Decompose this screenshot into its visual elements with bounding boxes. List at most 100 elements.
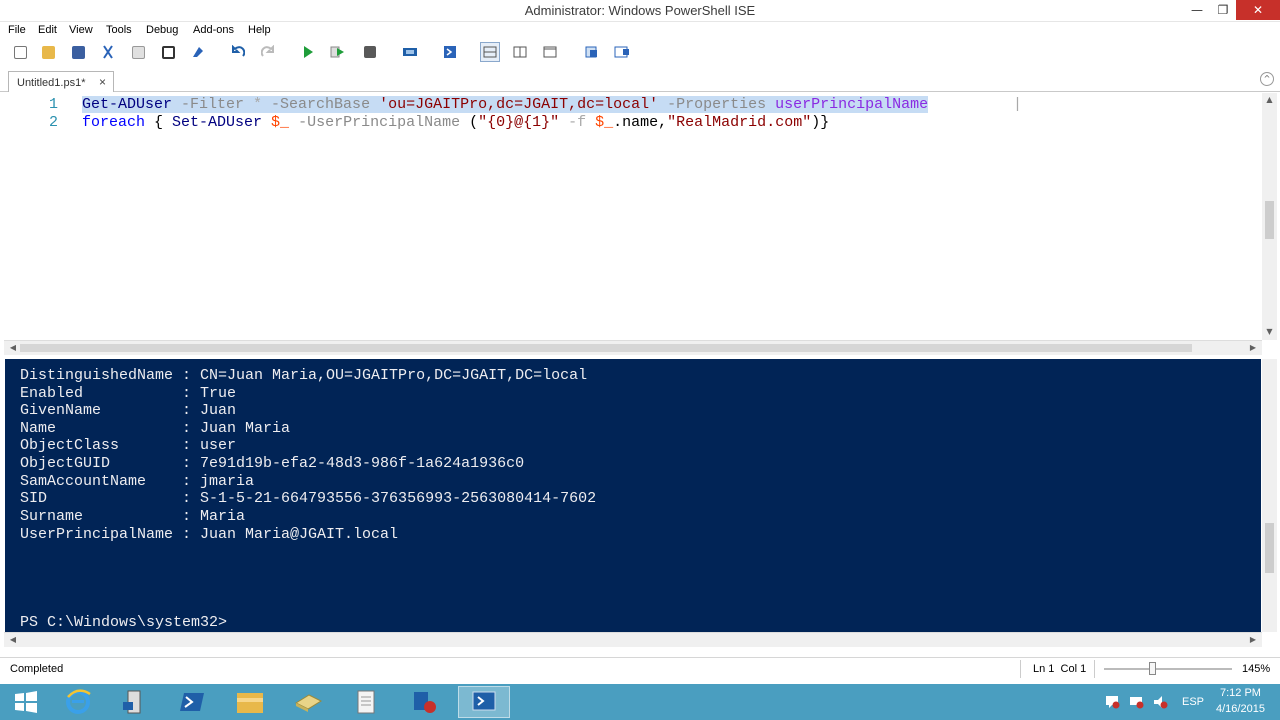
token-operator: -f [559,114,587,131]
menu-tools[interactable]: Tools [106,24,132,36]
script-editor[interactable]: 1 2 Get-ADUser -Filter * -SearchBase 'ou… [0,93,1262,340]
menu-help[interactable]: Help [248,24,271,36]
toolbar [0,40,1280,64]
undo-icon[interactable] [228,42,248,62]
taskbar: ESP 7:12 PM 4/16/2015 [0,684,1280,720]
layout-top-icon[interactable] [480,42,500,62]
powershell-icon[interactable] [166,686,218,718]
token-string: "RealMadrid.com" [667,114,812,131]
token-parameter: -Filter [172,96,245,113]
token-pipe: | [1004,96,1022,113]
notepad-icon[interactable] [340,686,392,718]
line-number: 1 [48,96,58,113]
script-tabs: Untitled1.ps1* × ^ [0,66,1280,92]
console-line: SID : S-1-5-21-664793556-376356993-25630… [20,490,597,507]
server-manager-icon[interactable] [108,686,160,718]
copy-icon[interactable] [128,42,148,62]
clock-date[interactable]: 4/16/2015 [1216,703,1265,715]
scroll-left-icon[interactable]: ◀ [8,635,18,644]
editor-horizontal-scrollbar[interactable]: ◀ ▶ [4,340,1262,355]
token-variable: $_ [586,114,614,131]
editor-hscroll-thumb[interactable] [20,344,1192,352]
token-cmdlet: Set-ADUser [172,114,263,131]
scroll-up-icon[interactable]: ▲ [1262,95,1277,104]
console-line: Enabled : True [20,385,237,402]
collapse-script-pane-icon[interactable]: ^ [1260,72,1274,86]
powershell-ise-icon[interactable] [458,686,510,718]
show-script-pane-icon[interactable] [582,42,602,62]
status-text: Completed [10,663,64,675]
redo-icon[interactable] [258,42,278,62]
tab-untitled1[interactable]: Untitled1.ps1* × [8,71,114,92]
menu-bar: File Edit View Tools Debug Add-ons Help [0,22,1280,40]
action-center-icon[interactable] [1104,694,1120,713]
status-bar: Completed Ln 1 Col 1 145% [0,657,1280,681]
file-explorer-icon[interactable] [224,686,276,718]
token-keyword: foreach [82,114,146,131]
menu-debug[interactable]: Debug [146,24,178,36]
tab-close-icon[interactable]: × [99,75,106,89]
show-commands-icon[interactable] [612,42,632,62]
save-icon[interactable] [68,42,88,62]
title-bar: Administrator: Windows PowerShell ISE — … [0,0,1280,22]
powershell-console-icon[interactable] [440,42,460,62]
console-scroll-thumb[interactable] [1265,523,1274,573]
scroll-right-icon[interactable]: ▶ [1248,343,1258,352]
layout-right-icon[interactable] [510,42,530,62]
token-string: 'ou=JGAITPro,dc=JGAIT,dc=local' [370,96,659,113]
run-selection-icon[interactable] [328,42,348,62]
language-indicator[interactable]: ESP [1182,696,1204,708]
token-parameter: -UserPrincipalName [289,114,461,131]
console-pane[interactable]: DistinguishedName : CN=Juan Maria,OU=JGA… [5,359,1261,632]
pipe-operator: | [1004,96,1023,113]
console-vertical-scrollbar[interactable] [1262,359,1277,632]
volume-icon[interactable] [1152,694,1168,713]
run-script-icon[interactable] [298,42,318,62]
token-paren: ( [460,114,479,131]
token-brace: { [145,114,173,131]
maximize-button[interactable]: ❐ [1210,0,1236,20]
minimize-button[interactable]: — [1184,0,1210,20]
zoom-slider[interactable] [1104,662,1232,675]
active-directory-icon[interactable] [282,686,334,718]
close-button[interactable]: ✕ [1236,0,1280,20]
tab-label: Untitled1.ps1* [17,77,86,89]
scroll-right-icon[interactable]: ▶ [1248,635,1258,644]
console-horizontal-scrollbar[interactable]: ◀ ▶ [4,632,1262,647]
new-file-icon[interactable] [10,42,30,62]
editor-vertical-scrollbar[interactable]: ▲ ▼ [1262,93,1277,340]
paste-icon[interactable] [158,42,178,62]
start-windows-icon[interactable] [0,686,52,718]
console-prompt: PS C:\Windows\system32> [20,614,228,631]
scroll-left-icon[interactable]: ◀ [8,343,18,352]
console-line: Surname : Maria [20,508,246,525]
code-line-2: foreach { Set-ADUser $_ -UserPrincipalNa… [82,114,829,131]
layout-max-icon[interactable] [540,42,560,62]
zoom-thumb[interactable] [1149,662,1156,675]
clock-time[interactable]: 7:12 PM [1220,687,1261,699]
token-argument: userPrincipalName [766,96,929,113]
console-line: Name : Juan Maria [20,420,291,437]
network-icon[interactable] [1128,694,1144,713]
scroll-down-icon[interactable]: ▼ [1262,327,1277,336]
token-paren: )} [811,114,830,131]
status-divider [1020,660,1021,678]
menu-file[interactable]: File [8,24,26,36]
token-variable: $_ [262,114,290,131]
line-number: 2 [48,114,58,131]
editor-scroll-thumb[interactable] [1265,201,1274,239]
token-parameter: -SearchBase [262,96,371,113]
clear-console-icon[interactable] [188,42,208,62]
menu-edit[interactable]: Edit [38,24,57,36]
console-line: SamAccountName : jmaria [20,473,255,490]
dns-manager-icon[interactable] [398,686,450,718]
console-line: DistinguishedName : CN=Juan Maria,OU=JGA… [20,367,588,384]
remote-powershell-icon[interactable] [400,42,420,62]
stop-icon[interactable] [360,42,380,62]
internet-explorer-icon[interactable] [52,686,104,718]
menu-view[interactable]: View [69,24,93,36]
cut-icon[interactable] [98,42,118,62]
zoom-level: 145% [1242,663,1271,675]
menu-addons[interactable]: Add-ons [193,24,234,36]
open-folder-icon[interactable] [38,42,58,62]
